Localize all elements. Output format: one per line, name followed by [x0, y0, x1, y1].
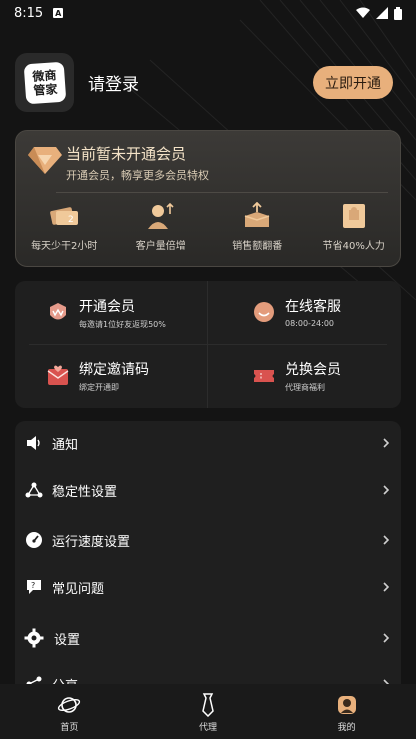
planet-icon — [57, 693, 81, 717]
perk-label: 销售额翻番 — [232, 241, 283, 252]
chevron-right-icon — [383, 582, 390, 592]
nav-mine[interactable]: 我的 — [277, 684, 416, 739]
nav-agent[interactable]: 代理 — [139, 684, 278, 739]
menu-label: 通知 — [52, 437, 79, 453]
sales-box-icon — [242, 201, 272, 231]
quick-online-service-title: 在线客服 — [285, 299, 341, 315]
quick-online-service[interactable]: 在线客服 08:00-24:00 — [251, 296, 341, 328]
signal-icon — [376, 7, 388, 19]
membership-card[interactable]: 当前暂未开通会员 开通会员，畅享更多会员特权 2 每天少干2小时 客户量倍增 销… — [15, 130, 401, 267]
membership-status-subtitle: 开通会员，畅享更多会员特权 — [66, 169, 209, 182]
perk-label: 节省40%人力 — [322, 241, 385, 252]
menu-item-speed[interactable]: 运行速度设置 — [15, 520, 401, 560]
tie-icon — [196, 693, 220, 717]
diamond-icon — [28, 147, 62, 174]
gear-icon — [24, 628, 44, 648]
nav-label: 代理 — [199, 723, 218, 733]
quick-open-member-sub: 每邀请1位好友返现50% — [79, 320, 166, 329]
speedometer-icon — [24, 530, 44, 550]
chevron-right-icon — [383, 633, 390, 643]
nav-label: 首页 — [60, 723, 79, 733]
app-logo: 微商 管家 — [15, 53, 74, 112]
crown-shield-icon — [45, 300, 71, 326]
perk-label: 每天少干2小时 — [31, 241, 98, 252]
chevron-right-icon — [383, 535, 390, 545]
menu-item-settings[interactable]: 设置 — [15, 618, 401, 658]
login-link[interactable]: 请登录 — [88, 70, 139, 95]
quick-redeem-member[interactable]: 兑换会员 代理商福利 — [251, 359, 341, 393]
settings-menu: 通知 稳定性设置 运行速度设置 ? 常见问题 设置 分享 — [15, 421, 401, 691]
menu-label: 运行速度设置 — [52, 534, 131, 550]
grid-divider-horizontal — [29, 344, 387, 345]
coupon-icon — [251, 363, 277, 389]
battery-icon — [394, 6, 402, 20]
customers-up-icon — [146, 201, 176, 231]
perk-customers: 客户量倍增 — [113, 201, 210, 252]
wifi-icon — [356, 7, 370, 18]
menu-label: 稳定性设置 — [52, 484, 118, 500]
envelope-heart-icon — [45, 363, 71, 389]
person-icon — [335, 693, 359, 717]
quick-actions-grid: 开通会员 每邀请1位好友返现50% 在线客服 08:00-24:00 绑定邀请码… — [15, 281, 401, 408]
bottom-navigation: 首页 代理 我的 — [0, 684, 416, 739]
quick-bind-invite-title: 绑定邀请码 — [79, 362, 149, 378]
menu-label: 常见问题 — [52, 581, 105, 597]
perk-labor: 节省40%人力 — [306, 201, 403, 252]
notification-app-icon: A — [53, 8, 64, 18]
membership-perks: 2 每天少干2小时 客户量倍增 销售额翻番 节省40%人力 — [16, 201, 402, 252]
menu-item-faq[interactable]: ? 常见问题 — [15, 567, 401, 607]
menu-item-notification[interactable]: 通知 — [15, 423, 401, 463]
open-membership-button[interactable]: 立即开通 — [313, 66, 393, 99]
logo-text-line2: 管家 — [32, 81, 58, 98]
membership-status-title: 当前暂未开通会员 — [66, 145, 187, 163]
network-icon — [24, 480, 44, 500]
chevron-right-icon — [383, 438, 390, 448]
membership-divider — [56, 192, 388, 193]
nav-label: 我的 — [337, 723, 356, 733]
status-bar: 8:15 A — [0, 0, 416, 26]
faq-icon: ? — [24, 577, 44, 597]
perk-sales: 销售额翻番 — [209, 201, 306, 252]
svg-text:?: ? — [31, 581, 35, 590]
speaker-icon — [24, 433, 44, 453]
logo-text-line1: 微商 — [31, 67, 57, 84]
svg-text:2: 2 — [68, 215, 74, 225]
ticket-icon: 2 — [49, 201, 79, 231]
quick-open-member[interactable]: 开通会员 每邀请1位好友返现50% — [45, 296, 166, 330]
chevron-right-icon — [383, 485, 390, 495]
status-time: 8:15 — [14, 5, 44, 21]
perk-label: 客户量倍增 — [135, 241, 186, 252]
quick-redeem-member-sub: 代理商福利 — [285, 383, 325, 392]
nav-home[interactable]: 首页 — [0, 684, 139, 739]
profile-header: 微商 管家 请登录 立即开通 — [15, 53, 401, 113]
menu-label: 设置 — [54, 632, 81, 648]
perk-save-time: 2 每天少干2小时 — [16, 201, 113, 252]
quick-bind-invite[interactable]: 绑定邀请码 绑定开通即 — [45, 359, 149, 393]
quick-online-service-sub: 08:00-24:00 — [285, 319, 334, 328]
customer-service-icon — [251, 299, 277, 325]
quick-redeem-member-title: 兑换会员 — [285, 362, 341, 378]
quick-open-member-title: 开通会员 — [79, 299, 135, 315]
puzzle-icon — [339, 201, 369, 231]
menu-item-stability[interactable]: 稳定性设置 — [15, 470, 401, 510]
quick-bind-invite-sub: 绑定开通即 — [79, 383, 119, 392]
app-logo-badge: 微商 管家 — [23, 61, 66, 104]
